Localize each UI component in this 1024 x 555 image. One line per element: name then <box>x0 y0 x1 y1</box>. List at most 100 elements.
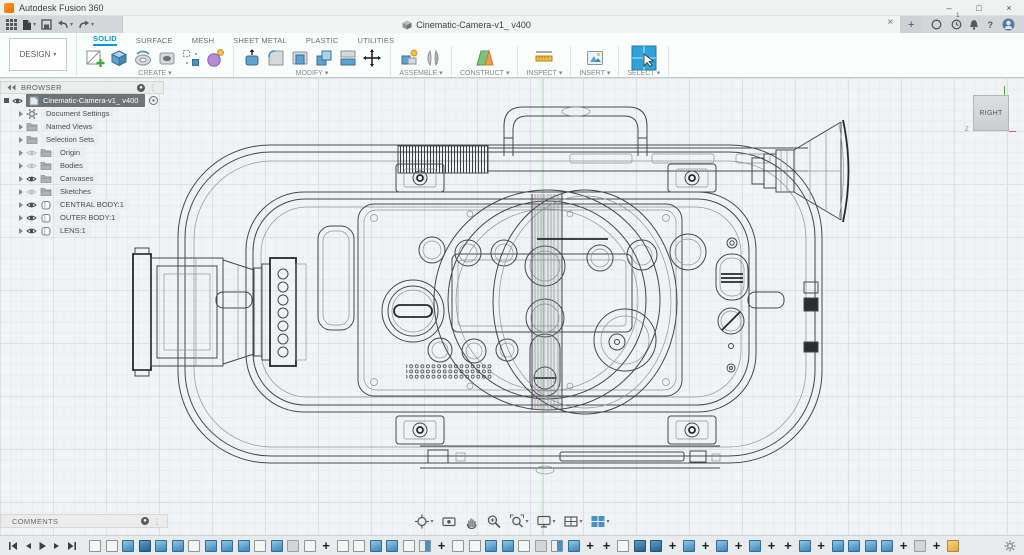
expand-caret-icon[interactable] <box>19 137 23 143</box>
measure-button[interactable] <box>534 48 554 68</box>
timeline-feature-feature[interactable] <box>221 540 233 552</box>
joint-button[interactable] <box>423 48 443 68</box>
timeline-feature-pattern-pair[interactable] <box>551 540 563 552</box>
visibility-eye-icon[interactable] <box>26 227 37 235</box>
timeline-feature-feature-gray[interactable] <box>535 540 547 552</box>
split-button[interactable] <box>338 48 358 68</box>
timeline-feature-feature[interactable] <box>485 540 497 552</box>
shell-button[interactable] <box>290 48 310 68</box>
redo-button[interactable]: ▾ <box>78 20 94 30</box>
timeline-feature-feature[interactable] <box>205 540 217 552</box>
browser-item-selection-sets[interactable]: Selection Sets <box>0 133 164 146</box>
timeline-feature-feature[interactable] <box>799 540 811 552</box>
panel-grip-icon[interactable]: ⋮ <box>153 517 161 526</box>
save-button[interactable] <box>41 19 52 30</box>
viewports-button[interactable]: ▾ <box>591 515 610 528</box>
browser-item-central-body-1[interactable]: CENTRAL BODY:1 <box>0 198 164 211</box>
step-forward-button[interactable] <box>53 541 61 551</box>
timeline-feature-sketch[interactable] <box>403 540 415 552</box>
sketch-create-button[interactable] <box>85 48 105 68</box>
timeline-feature-feature-gray[interactable] <box>287 540 299 552</box>
ribbon-tab-mesh[interactable]: MESH <box>192 36 214 46</box>
group-dropdown[interactable]: CONSTRUCT▾ <box>460 69 509 77</box>
ribbon-tab-solid[interactable]: SOLID <box>93 34 117 46</box>
browser-item-sketches[interactable]: Sketches <box>0 185 164 198</box>
expand-caret-icon[interactable] <box>19 150 23 156</box>
fillet-button[interactable] <box>266 48 286 68</box>
group-dropdown[interactable]: CREATE▾ <box>138 69 171 77</box>
timeline-feature-move[interactable]: + <box>931 540 943 552</box>
timeline-feature-feature[interactable] <box>155 540 167 552</box>
collapse-panel-icon[interactable] <box>7 84 16 91</box>
timeline-feature-sketch[interactable] <box>452 540 464 552</box>
timeline-feature-feature[interactable] <box>271 540 283 552</box>
timeline-feature-sketch[interactable] <box>254 540 266 552</box>
timeline-feature-sketch[interactable] <box>353 540 365 552</box>
expand-caret-icon[interactable] <box>19 189 23 195</box>
browser-item-bodies[interactable]: Bodies <box>0 159 164 172</box>
expand-caret-icon[interactable] <box>19 202 23 208</box>
timeline-feature-feature-gray[interactable] <box>914 540 926 552</box>
timeline-feature-sketch[interactable] <box>304 540 316 552</box>
ribbon-tab-plastic[interactable]: PLASTIC <box>306 36 339 46</box>
browser-item-named-views[interactable]: Named Views <box>0 120 164 133</box>
user-avatar[interactable] <box>1002 18 1015 31</box>
visibility-eye-icon[interactable] <box>26 162 37 170</box>
timeline-feature-sketch[interactable] <box>518 540 530 552</box>
construction-plane-button[interactable] <box>475 48 495 68</box>
help-button[interactable]: ? <box>988 20 994 30</box>
timeline-feature-move[interactable]: + <box>733 540 745 552</box>
form-button[interactable] <box>205 48 225 68</box>
visibility-eye-icon[interactable] <box>12 97 23 105</box>
step-back-button[interactable] <box>24 541 32 551</box>
hole-button[interactable] <box>157 48 177 68</box>
panel-grip-icon[interactable]: ⋮ <box>149 83 157 92</box>
play-button[interactable] <box>38 541 47 551</box>
document-tab[interactable]: Cinematic-Camera-v1_ v400 × <box>122 16 900 33</box>
skip-start-button[interactable] <box>8 541 18 551</box>
close-tab-icon[interactable]: × <box>887 17 893 28</box>
visibility-eye-icon[interactable] <box>26 175 37 183</box>
revolve-button[interactable] <box>133 48 153 68</box>
expand-caret-icon[interactable] <box>19 111 23 117</box>
ribbon-tab-surface[interactable]: SURFACE <box>136 36 173 46</box>
ribbon-tab-utilities[interactable]: UTILITIES <box>358 36 395 46</box>
expand-caret-icon[interactable] <box>19 176 23 182</box>
timeline-feature-move[interactable]: + <box>436 540 448 552</box>
timeline-feature-move[interactable]: + <box>700 540 712 552</box>
timeline-feature-sketch[interactable] <box>188 540 200 552</box>
timeline-feature-feature[interactable] <box>370 540 382 552</box>
display-settings-button[interactable]: ▾ <box>536 515 555 528</box>
notifications-bell-icon[interactable] <box>969 19 979 30</box>
expand-caret-icon[interactable] <box>19 215 23 221</box>
browser-item-lens-1[interactable]: LENS:1 <box>0 224 164 237</box>
timeline-feature-move[interactable]: + <box>320 540 332 552</box>
group-dropdown[interactable]: INSPECT▾ <box>526 69 562 77</box>
timeline-feature-feature[interactable] <box>683 540 695 552</box>
insert-image-button[interactable] <box>585 48 605 68</box>
timeline-feature-feature[interactable] <box>122 540 134 552</box>
timeline-feature-move[interactable]: + <box>601 540 613 552</box>
zoom-button[interactable] <box>486 514 501 529</box>
workspace-selector[interactable]: DESIGN ▾ <box>9 38 67 71</box>
timeline-feature-feature[interactable] <box>865 540 877 552</box>
timeline-feature-feature[interactable] <box>386 540 398 552</box>
job-status-button[interactable]: 1 <box>951 19 959 30</box>
timeline-feature-feature-dark[interactable] <box>634 540 646 552</box>
browser-item-outer-body-1[interactable]: OUTER BODY:1 <box>0 211 164 224</box>
timeline-settings-gear-icon[interactable] <box>1004 540 1016 552</box>
skip-end-button[interactable] <box>67 541 77 551</box>
select-cursor-button[interactable] <box>631 45 657 71</box>
timeline-feature-sketch[interactable] <box>106 540 118 552</box>
timeline-feature-feature[interactable] <box>848 540 860 552</box>
timeline-feature-feature[interactable] <box>832 540 844 552</box>
expand-caret-icon[interactable] <box>4 98 9 103</box>
maximize-button[interactable]: □ <box>964 0 994 15</box>
expand-caret-icon[interactable] <box>19 163 23 169</box>
group-dropdown[interactable]: MODIFY▾ <box>296 69 329 77</box>
group-dropdown[interactable]: INSERT▾ <box>579 69 610 77</box>
new-tab-button[interactable]: + <box>900 16 922 33</box>
timeline-feature-feature[interactable] <box>568 540 580 552</box>
extrude-button[interactable] <box>109 48 129 68</box>
comments-options-icon[interactable]: ● <box>141 517 149 525</box>
